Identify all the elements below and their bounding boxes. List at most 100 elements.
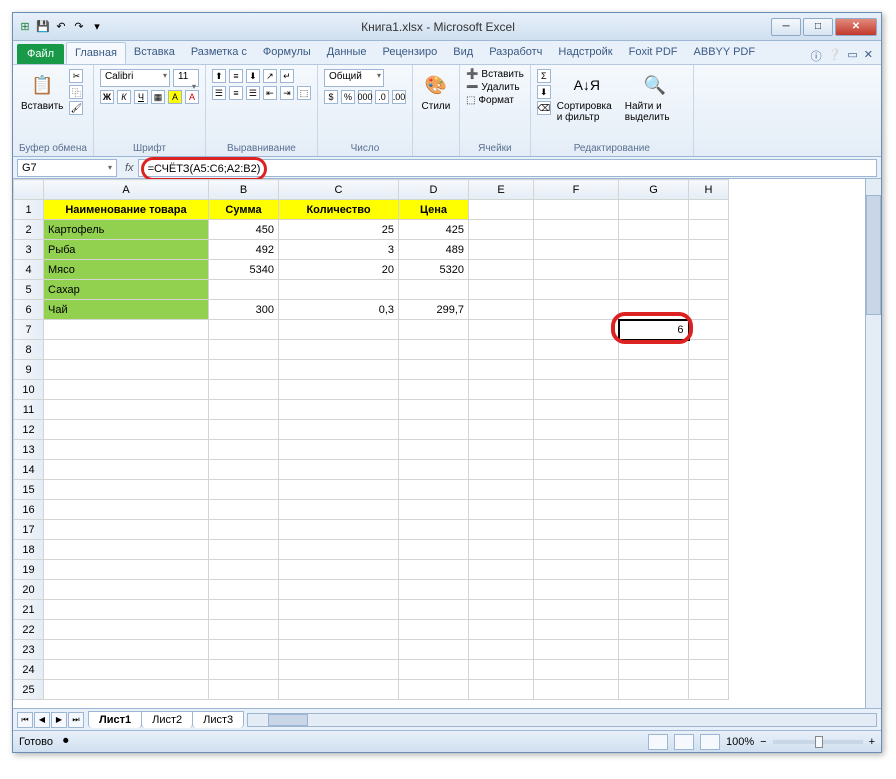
- cell-F13[interactable]: [534, 440, 619, 460]
- cell-H23[interactable]: [689, 640, 729, 660]
- cell-F8[interactable]: [534, 340, 619, 360]
- row-header-17[interactable]: 17: [14, 520, 44, 540]
- cell-E21[interactable]: [469, 600, 534, 620]
- cell-C14[interactable]: [279, 460, 399, 480]
- cell-A9[interactable]: [44, 360, 209, 380]
- cell-G2[interactable]: [619, 220, 689, 240]
- styles-button[interactable]: 🎨 Стили: [419, 69, 453, 114]
- cell-D21[interactable]: [399, 600, 469, 620]
- cell-G16[interactable]: [619, 500, 689, 520]
- first-sheet-button[interactable]: ⏮: [17, 712, 33, 728]
- cell-A21[interactable]: [44, 600, 209, 620]
- increase-indent-icon[interactable]: ⇥: [280, 86, 294, 100]
- cell-A19[interactable]: [44, 560, 209, 580]
- cell-D6[interactable]: 299,7: [399, 300, 469, 320]
- cell-H5[interactable]: [689, 280, 729, 300]
- cell-E5[interactable]: [469, 280, 534, 300]
- cell-B2[interactable]: 450: [209, 220, 279, 240]
- cell-D22[interactable]: [399, 620, 469, 640]
- ribbon-toggle-icon[interactable]: ▭: [847, 48, 857, 64]
- cell-A3[interactable]: Рыба: [44, 240, 209, 260]
- cell-E15[interactable]: [469, 480, 534, 500]
- cell-B1[interactable]: Сумма: [209, 200, 279, 220]
- cell-A23[interactable]: [44, 640, 209, 660]
- undo-icon[interactable]: ↶: [53, 19, 69, 35]
- cell-A13[interactable]: [44, 440, 209, 460]
- cell-B21[interactable]: [209, 600, 279, 620]
- insert-cells-button[interactable]: ➕Вставить: [466, 69, 524, 80]
- formula-input[interactable]: =СЧЁТЗ(A5:C6;A2:B2): [138, 159, 877, 177]
- cell-D10[interactable]: [399, 380, 469, 400]
- ribbon-tab-foxit pdf[interactable]: Foxit PDF: [621, 42, 686, 64]
- cell-C13[interactable]: [279, 440, 399, 460]
- vscroll-thumb[interactable]: [866, 195, 881, 315]
- cell-H3[interactable]: [689, 240, 729, 260]
- file-tab[interactable]: Файл: [17, 44, 64, 64]
- paste-button[interactable]: 📋 Вставить: [19, 69, 65, 114]
- row-header-25[interactable]: 25: [14, 680, 44, 700]
- cell-F9[interactable]: [534, 360, 619, 380]
- percent-icon[interactable]: %: [341, 90, 355, 104]
- cell-F7[interactable]: [534, 320, 619, 340]
- cell-B3[interactable]: 492: [209, 240, 279, 260]
- cell-C11[interactable]: [279, 400, 399, 420]
- bold-icon[interactable]: Ж: [100, 90, 114, 104]
- column-header-A[interactable]: A: [44, 180, 209, 200]
- macro-record-icon[interactable]: ⏺: [63, 735, 69, 748]
- ribbon-minimize-icon[interactable]: ⓘ: [811, 48, 822, 64]
- cell-E7[interactable]: [469, 320, 534, 340]
- right-align-icon[interactable]: ☰: [246, 86, 260, 100]
- cell-F18[interactable]: [534, 540, 619, 560]
- cell-C7[interactable]: [279, 320, 399, 340]
- select-all-corner[interactable]: [14, 180, 44, 200]
- row-header-23[interactable]: 23: [14, 640, 44, 660]
- cell-C8[interactable]: [279, 340, 399, 360]
- cell-B9[interactable]: [209, 360, 279, 380]
- underline-icon[interactable]: Ч: [134, 90, 148, 104]
- cell-D25[interactable]: [399, 680, 469, 700]
- cell-B7[interactable]: [209, 320, 279, 340]
- cell-G7[interactable]: 6: [619, 320, 689, 340]
- cell-G1[interactable]: [619, 200, 689, 220]
- cell-E12[interactable]: [469, 420, 534, 440]
- ribbon-tab-рецензиро[interactable]: Рецензиро: [375, 42, 446, 64]
- cell-F19[interactable]: [534, 560, 619, 580]
- cell-F10[interactable]: [534, 380, 619, 400]
- row-header-15[interactable]: 15: [14, 480, 44, 500]
- cell-D4[interactable]: 5320: [399, 260, 469, 280]
- ribbon-tab-разметка с[interactable]: Разметка с: [183, 42, 255, 64]
- cell-G9[interactable]: [619, 360, 689, 380]
- sort-filter-button[interactable]: A↓Я Сортировка и фильтр: [555, 69, 619, 125]
- cell-C4[interactable]: 20: [279, 260, 399, 280]
- cell-E13[interactable]: [469, 440, 534, 460]
- cell-H2[interactable]: [689, 220, 729, 240]
- cell-B20[interactable]: [209, 580, 279, 600]
- cell-G24[interactable]: [619, 660, 689, 680]
- cell-C1[interactable]: Количество: [279, 200, 399, 220]
- cell-F4[interactable]: [534, 260, 619, 280]
- cell-C18[interactable]: [279, 540, 399, 560]
- row-header-2[interactable]: 2: [14, 220, 44, 240]
- cell-C24[interactable]: [279, 660, 399, 680]
- cell-B18[interactable]: [209, 540, 279, 560]
- ribbon-tab-abbyy pdf[interactable]: ABBYY PDF: [686, 42, 764, 64]
- cell-D8[interactable]: [399, 340, 469, 360]
- cell-A18[interactable]: [44, 540, 209, 560]
- delete-cells-button[interactable]: ➖Удалить: [466, 82, 524, 93]
- cell-H7[interactable]: [689, 320, 729, 340]
- cell-E3[interactable]: [469, 240, 534, 260]
- cell-E16[interactable]: [469, 500, 534, 520]
- cell-H14[interactable]: [689, 460, 729, 480]
- cell-B14[interactable]: [209, 460, 279, 480]
- find-select-button[interactable]: 🔍 Найти и выделить: [623, 69, 687, 125]
- fx-icon[interactable]: fx: [121, 162, 138, 174]
- cell-A25[interactable]: [44, 680, 209, 700]
- row-header-10[interactable]: 10: [14, 380, 44, 400]
- merge-icon[interactable]: ⬚: [297, 86, 311, 100]
- font-size-combo[interactable]: 11: [173, 69, 199, 87]
- cell-A22[interactable]: [44, 620, 209, 640]
- row-header-18[interactable]: 18: [14, 540, 44, 560]
- cell-C21[interactable]: [279, 600, 399, 620]
- cell-H1[interactable]: [689, 200, 729, 220]
- cell-D16[interactable]: [399, 500, 469, 520]
